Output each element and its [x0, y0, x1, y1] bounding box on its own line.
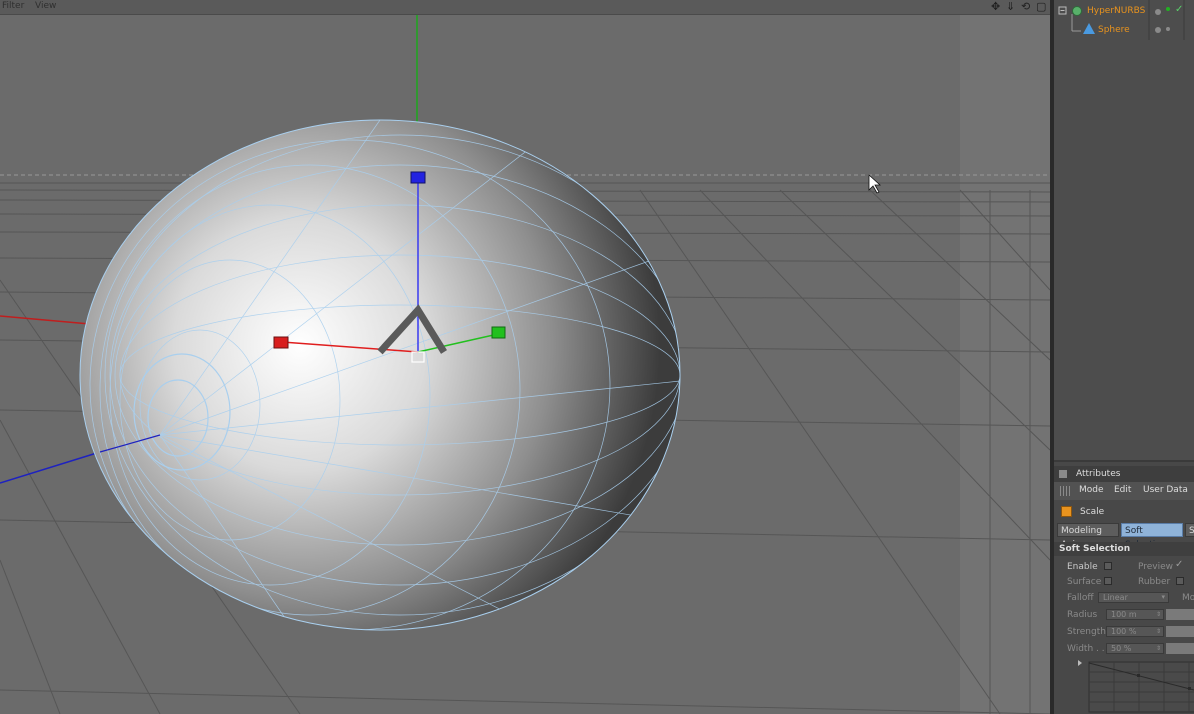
section-header: Soft Selection [1054, 542, 1194, 556]
falloff-extra-label: Mo [1182, 593, 1194, 603]
object-name-hypernurbs[interactable]: HyperNURBS [1087, 6, 1145, 16]
tab-soft-selection[interactable]: Soft Selection [1121, 523, 1183, 550]
width-label: Width . . [1067, 644, 1105, 654]
rubber-checkbox[interactable] [1176, 577, 1184, 585]
tab-modeling-axis[interactable]: Modeling Axis [1057, 523, 1119, 550]
tool-name: Scale [1080, 507, 1105, 517]
maximize-view-icon[interactable]: ▢ [1036, 0, 1046, 13]
rubber-label: Rubber [1138, 577, 1171, 587]
chevron-down-icon: ▾ [1161, 593, 1165, 601]
strength-slider[interactable] [1166, 626, 1194, 637]
attributes-panel: Attributes Mode Edit User Data Scale Mod… [1054, 462, 1194, 714]
radius-field[interactable]: 100 m ⇕ [1106, 609, 1164, 620]
viewport-3d[interactable]: Filter View ✥ ⇓ ⟲ ▢ [0, 0, 1050, 714]
enable-checkbox[interactable] [1104, 562, 1112, 570]
gizmo-handle-y[interactable] [410, 171, 426, 184]
editor-visibility-dot[interactable] [1155, 27, 1161, 33]
attributes-title: Attributes [1076, 469, 1121, 479]
enable-label: Enable [1067, 562, 1098, 572]
attributes-menu-mode[interactable]: Mode [1079, 485, 1104, 495]
strength-value: 100 % [1111, 627, 1137, 636]
grip-icon [1060, 486, 1070, 496]
enabled-check-icon[interactable]: ✓ [1175, 4, 1183, 15]
width-value: 50 % [1111, 644, 1132, 653]
move-view-icon[interactable]: ✥ [991, 0, 1000, 13]
radius-value: 100 m [1111, 610, 1137, 619]
panel-menu-icon[interactable] [1059, 470, 1067, 478]
object-manager: HyperNURBS ✓ Sphere [1054, 0, 1194, 460]
viewport-menu-filter[interactable]: Filter [2, 1, 24, 11]
viewport-menubar: Filter View ✥ ⇓ ⟲ ▢ [0, 0, 1050, 15]
falloff-value: Linear [1103, 593, 1128, 602]
attributes-menu-user-data[interactable]: User Data [1143, 485, 1188, 495]
section-title: Soft Selection [1059, 544, 1131, 554]
radius-slider[interactable] [1166, 609, 1194, 620]
editor-visibility-dot[interactable] [1155, 9, 1161, 15]
falloff-label: Falloff [1067, 593, 1094, 603]
object-row-hypernurbs[interactable]: HyperNURBS ✓ [1054, 2, 1194, 20]
render-visibility-dot[interactable] [1166, 27, 1170, 31]
stepper-icon: ⇕ [1155, 611, 1161, 618]
strength-label: Strength [1067, 627, 1106, 637]
strength-field[interactable]: 100 % ⇕ [1106, 626, 1164, 637]
stepper-icon: ⇕ [1155, 645, 1161, 652]
sphere-object-icon [1083, 23, 1095, 34]
stepper-icon: ⇕ [1155, 628, 1161, 635]
surface-checkbox[interactable] [1104, 577, 1112, 585]
rotate-view-icon[interactable]: ⟲ [1021, 0, 1030, 13]
falloff-curve-graph[interactable] [1074, 658, 1194, 714]
render-visibility-dot[interactable] [1166, 7, 1170, 11]
gizmo-handle-x[interactable] [273, 336, 289, 349]
scale-tool-icon [1061, 506, 1072, 517]
sphere-object[interactable] [79, 119, 681, 631]
attributes-menu-edit[interactable]: Edit [1114, 485, 1131, 495]
collapse-arrow-icon[interactable] [1078, 660, 1082, 666]
attributes-menubar: Mode Edit User Data [1054, 482, 1194, 500]
width-field[interactable]: 50 % ⇕ [1106, 643, 1164, 654]
falloff-dropdown[interactable]: Linear ▾ [1098, 592, 1169, 603]
radius-label: Radius [1067, 610, 1098, 620]
tab-more[interactable]: S [1185, 523, 1194, 537]
viewport-menu-view[interactable]: View [35, 1, 56, 11]
scene-canvas[interactable] [0, 15, 1050, 714]
object-name-sphere[interactable]: Sphere [1098, 25, 1130, 35]
attributes-header: Attributes [1054, 466, 1194, 482]
right-shaded-strip [960, 15, 1050, 714]
dolly-view-icon[interactable]: ⇓ [1006, 0, 1015, 13]
width-slider[interactable] [1166, 643, 1194, 654]
preview-check-icon[interactable]: ✓ [1175, 559, 1183, 570]
surface-label: Surface [1067, 577, 1102, 587]
gizmo-handle-z[interactable] [491, 326, 506, 339]
object-row-sphere[interactable]: Sphere [1054, 20, 1194, 38]
hypernurbs-icon [1072, 6, 1082, 16]
preview-label: Preview [1138, 562, 1174, 572]
